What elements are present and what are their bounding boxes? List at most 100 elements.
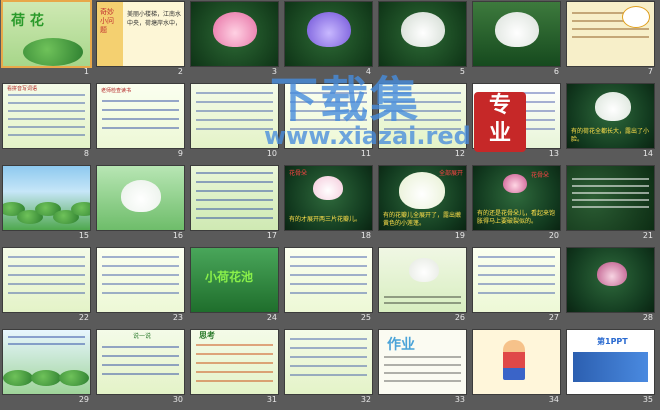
- slide-text: 老师检查读书: [101, 88, 132, 94]
- slide-preview[interactable]: [285, 248, 372, 312]
- text-line: [290, 338, 367, 340]
- slide-preview[interactable]: [567, 2, 654, 66]
- slide-thumbnail-3[interactable]: 3: [188, 0, 282, 82]
- slide-preview[interactable]: [285, 84, 372, 148]
- slide-thumbnail-34[interactable]: 34: [470, 328, 564, 410]
- slide-thumbnail-28[interactable]: 28: [564, 246, 658, 328]
- slide-preview[interactable]: 作业: [379, 330, 466, 394]
- lotus-image: [595, 92, 631, 121]
- slide-thumbnail-11[interactable]: 11: [282, 82, 376, 164]
- slide-title: 作业: [387, 337, 415, 353]
- text-line: [572, 178, 649, 180]
- text-line: [290, 356, 367, 358]
- slide-preview[interactable]: [97, 166, 184, 230]
- text-line: [102, 274, 179, 276]
- slide-thumbnail-26[interactable]: 26: [376, 246, 470, 328]
- text-line: [196, 190, 273, 192]
- slide-title: 荷 花: [11, 13, 44, 29]
- slide-thumbnail-21[interactable]: 21: [564, 164, 658, 246]
- slide-preview[interactable]: 全部展开 有的花瓣儿全展开了，露出嫩黄色的小莲蓬。: [379, 166, 466, 230]
- slide-preview[interactable]: [191, 166, 278, 230]
- text-line: [102, 127, 179, 129]
- slide-preview[interactable]: [473, 248, 560, 312]
- slide-preview[interactable]: 花骨朵 有的还是花骨朵儿，看起来饱胀得马上要破裂似的。: [473, 166, 560, 230]
- slide-number: 23: [172, 313, 183, 322]
- slide-thumbnail-20[interactable]: 花骨朵 有的还是花骨朵儿，看起来饱胀得马上要破裂似的。 20: [470, 164, 564, 246]
- slide-thumbnail-18[interactable]: 花骨朵 有的才展开两三片花瓣儿。 18: [282, 164, 376, 246]
- text-line: [8, 118, 85, 120]
- slide-number: 7: [647, 67, 653, 76]
- slide-preview[interactable]: 思考: [191, 330, 278, 394]
- slide-thumbnail-14[interactable]: 有的荷花全都长大，露出了小脸。 14: [564, 82, 658, 164]
- slide-thumbnail-29[interactable]: 29: [0, 328, 94, 410]
- slide-preview[interactable]: 第1PPT: [567, 330, 654, 394]
- slide-preview[interactable]: 奇妙小问题 美丽小楼梯，江南水中央，荷塘岸水中，: [97, 2, 184, 66]
- callout-bubble: [622, 6, 650, 28]
- text-line: [8, 274, 85, 276]
- slide-preview[interactable]: [379, 84, 466, 148]
- slide-preview[interactable]: 荷 花: [3, 2, 90, 66]
- slide-thumbnail-23[interactable]: 23: [94, 246, 188, 328]
- slide-thumbnail-30[interactable]: 说一说 30: [94, 328, 188, 410]
- text-line: [196, 371, 273, 373]
- slide-number: 1: [83, 67, 89, 76]
- slide-number: 32: [360, 395, 371, 404]
- slide-preview[interactable]: [191, 2, 278, 66]
- slide-thumbnail-27[interactable]: 27: [470, 246, 564, 328]
- slide-thumbnail-31[interactable]: 思考 31: [188, 328, 282, 410]
- text-line: [290, 256, 367, 258]
- slide-number: 31: [266, 395, 277, 404]
- slide-thumbnail-5[interactable]: 5: [376, 0, 470, 82]
- slide-number: 11: [360, 149, 371, 158]
- slide-thumbnail-24[interactable]: 小荷花池 24: [188, 246, 282, 328]
- slide-preview[interactable]: 花骨朵 有的才展开两三片花瓣儿。: [285, 166, 372, 230]
- slide-thumbnail-9[interactable]: 老师检查读书 9: [94, 82, 188, 164]
- text-line: [290, 274, 367, 276]
- slide-preview[interactable]: 有的荷花全都长大，露出了小脸。: [567, 84, 654, 148]
- slide-preview[interactable]: [473, 2, 560, 66]
- text-line: [572, 185, 649, 187]
- slide-preview[interactable]: 小荷花池: [191, 248, 278, 312]
- slide-preview[interactable]: 看拼音写词语: [3, 84, 90, 148]
- slide-thumbnail-10[interactable]: 10: [188, 82, 282, 164]
- slide-thumbnail-2[interactable]: 奇妙小问题 美丽小楼梯，江南水中央，荷塘岸水中， 2: [94, 0, 188, 82]
- slide-thumbnail-6[interactable]: 6: [470, 0, 564, 82]
- slide-preview[interactable]: [567, 166, 654, 230]
- slide-thumbnail-12[interactable]: 12: [376, 82, 470, 164]
- slide-preview[interactable]: [3, 166, 90, 230]
- slide-thumbnail-17[interactable]: 17: [188, 164, 282, 246]
- slide-thumbnail-16[interactable]: 16: [94, 164, 188, 246]
- slide-preview[interactable]: [97, 248, 184, 312]
- slide-preview[interactable]: 老师检查读书: [97, 84, 184, 148]
- slide-preview[interactable]: [285, 330, 372, 394]
- slide-preview[interactable]: [285, 2, 372, 66]
- text-line: [8, 256, 85, 258]
- slide-preview[interactable]: [379, 2, 466, 66]
- slide-text: 花骨朵: [289, 170, 308, 177]
- slide-thumbnail-22[interactable]: 22: [0, 246, 94, 328]
- slide-thumbnail-35[interactable]: 第1PPT 35: [564, 328, 658, 410]
- slide-thumbnail-8[interactable]: 看拼音写词语 8: [0, 82, 94, 164]
- slide-preview[interactable]: [191, 84, 278, 148]
- slide-preview[interactable]: [379, 248, 466, 312]
- text-line: [8, 336, 85, 338]
- slide-preview[interactable]: [473, 330, 560, 394]
- slide-thumbnail-25[interactable]: 25: [282, 246, 376, 328]
- text-line: [196, 353, 273, 355]
- slide-thumbnail-1[interactable]: 荷 花 1: [0, 0, 94, 82]
- text-line: [290, 128, 367, 130]
- slide-thumbnail-7[interactable]: 7: [564, 0, 658, 82]
- slide-number: 22: [78, 313, 89, 322]
- slide-thumbnail-33[interactable]: 作业 33: [376, 328, 470, 410]
- slide-thumbnail-32[interactable]: 32: [282, 328, 376, 410]
- text-line: [384, 380, 461, 382]
- slide-thumbnail-15[interactable]: 15: [0, 164, 94, 246]
- slide-thumbnail-19[interactable]: 全部展开 有的花瓣儿全展开了，露出嫩黄色的小莲蓬。 19: [376, 164, 470, 246]
- slide-preview[interactable]: [3, 248, 90, 312]
- slide-number: 30: [172, 395, 183, 404]
- slide-preview[interactable]: [3, 330, 90, 394]
- slide-preview[interactable]: 说一说: [97, 330, 184, 394]
- text-line: [290, 265, 367, 267]
- slide-thumbnail-4[interactable]: 4: [282, 0, 376, 82]
- slide-preview[interactable]: [567, 248, 654, 312]
